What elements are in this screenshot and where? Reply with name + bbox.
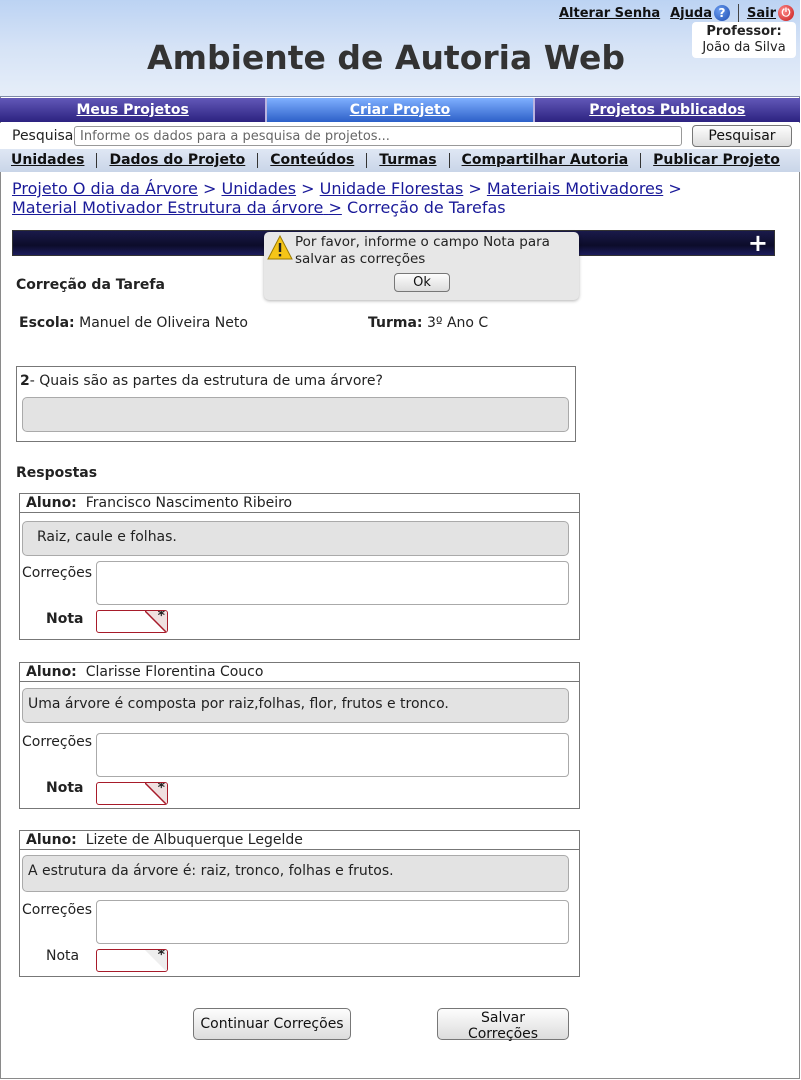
tab-turmas[interactable]: Turmas <box>367 153 450 168</box>
question-box: 2- Quais são as partes da estrutura de u… <box>16 366 576 442</box>
student-answer: Raiz, caule e folhas. <box>22 521 569 556</box>
save-corrections-button[interactable]: Salvar Correções <box>437 1008 569 1042</box>
plus-icon[interactable]: + <box>748 231 768 255</box>
student-header: Aluno: Francisco Nascimento Ribeiro <box>20 494 579 513</box>
student-name: Francisco Nascimento Ribeiro <box>85 495 293 511</box>
breadcrumb-units[interactable]: Unidades <box>221 179 296 198</box>
nav-criar-projeto[interactable]: Criar Projeto <box>267 98 535 122</box>
student-label: Aluno: <box>26 495 77 511</box>
search-bar: Pesquisa Pesquisar <box>0 123 800 149</box>
breadcrumb-materials[interactable]: Materiais Motivadores <box>487 179 663 198</box>
tab-conteudos[interactable]: Conteúdos <box>258 153 368 168</box>
grade-label: Nota <box>46 780 84 796</box>
student-name: Clarisse Florentina Couco <box>85 664 264 680</box>
breadcrumb-material[interactable]: Material Motivador Estrutura da árvore > <box>12 198 342 217</box>
corrections-field[interactable] <box>96 561 569 605</box>
nav-projetos-publicados[interactable]: Projetos Publicados <box>534 98 800 122</box>
app-title: Ambiente de Autoria Web <box>147 38 625 77</box>
change-password-link[interactable]: Alterar Senha <box>559 6 660 21</box>
grade-label: Nota <box>46 611 84 627</box>
alert-dialog: Por favor, informe o campo Nota para sal… <box>264 232 579 300</box>
search-label: Pesquisa <box>12 128 74 144</box>
breadcrumb-separator: > <box>202 179 217 198</box>
student-answer: A estrutura da árvore é: raiz, tronco, f… <box>22 855 569 892</box>
breadcrumb-current: Correção de Tarefas <box>346 198 506 217</box>
required-mark: * <box>157 949 165 963</box>
student-name: Lizete de Albuquerque Legelde <box>85 832 303 848</box>
help-icon[interactable]: ? <box>713 5 730 21</box>
breadcrumb-unit[interactable]: Unidade Florestas <box>320 179 464 198</box>
breadcrumb: Projeto O dia da Árvore > Unidades > Uni… <box>12 179 782 217</box>
continue-corrections-button[interactable]: Continuar Correções <box>193 1008 351 1040</box>
page-title: Correção da Tarefa <box>16 277 165 293</box>
responses-title: Respostas <box>16 465 98 481</box>
required-mark: * <box>157 610 165 624</box>
school-info: Escola: Manuel de Oliveira Neto <box>19 315 248 331</box>
response-card: Aluno: Clarisse Florentina Couco Uma árv… <box>19 662 580 809</box>
alert-message: Por favor, informe o campo Nota para sal… <box>295 234 550 267</box>
class-value: 3º Ano C <box>426 315 489 331</box>
breadcrumb-separator: > <box>301 179 315 198</box>
class-label: Turma: <box>368 315 423 331</box>
divider <box>737 4 739 22</box>
ok-button[interactable]: Ok <box>394 273 450 292</box>
app-header: Alterar Senha Ajuda ? Sair ⏻ Professor: … <box>0 0 800 97</box>
school-value: Manuel de Oliveira Neto <box>79 315 248 331</box>
tab-dados-do-projeto[interactable]: Dados do Projeto <box>97 153 259 168</box>
student-label: Aluno: <box>26 664 77 680</box>
logout-link[interactable]: Sair <box>747 6 776 21</box>
question-number: 2 <box>20 373 30 389</box>
power-icon[interactable]: ⏻ <box>778 5 794 21</box>
help-link[interactable]: Ajuda <box>670 6 712 21</box>
warning-icon <box>267 235 293 260</box>
breadcrumb-project[interactable]: Projeto O dia da Árvore <box>12 179 198 198</box>
grade-field[interactable]: * <box>96 610 168 633</box>
corrections-field[interactable] <box>96 733 569 777</box>
question-answer-area <box>22 397 569 432</box>
project-nav: Unidades Dados do Projeto Conteúdos Turm… <box>0 149 800 172</box>
main-nav: Meus Projetos Criar Projeto Projetos Pub… <box>0 98 800 122</box>
student-label: Aluno: <box>26 832 77 848</box>
student-answer: Uma árvore é composta por raiz,folhas, f… <box>22 688 569 723</box>
question-text: 2- Quais são as partes da estrutura de u… <box>20 373 383 389</box>
search-button[interactable]: Pesquisar <box>692 125 792 147</box>
grade-label: Nota <box>46 948 80 964</box>
response-card: Aluno: Lizete de Albuquerque Legelde A e… <box>19 830 580 977</box>
student-header: Aluno: Clarisse Florentina Couco <box>20 663 579 682</box>
class-info: Turma: 3º Ano C <box>368 315 488 331</box>
search-input[interactable] <box>74 126 682 146</box>
corrections-field[interactable] <box>96 900 569 944</box>
grade-field[interactable]: * <box>96 782 168 805</box>
corrections-label: Correções <box>22 565 93 581</box>
question-statement: - Quais são as partes da estrutura de um… <box>29 373 383 389</box>
tab-compartilhar-autoria[interactable]: Compartilhar Autoria <box>450 153 642 168</box>
breadcrumb-separator: > <box>668 179 682 198</box>
response-card: Aluno: Francisco Nascimento Ribeiro Raiz… <box>19 493 580 640</box>
tab-publicar-projeto[interactable]: Publicar Projeto <box>641 153 792 168</box>
tab-unidades[interactable]: Unidades <box>0 153 98 168</box>
grade-field[interactable]: * <box>96 949 168 972</box>
school-label: Escola: <box>19 315 75 331</box>
corrections-label: Correções <box>22 902 93 918</box>
nav-meus-projetos[interactable]: Meus Projetos <box>0 98 268 122</box>
required-mark: * <box>157 782 165 796</box>
student-header: Aluno: Lizete de Albuquerque Legelde <box>20 831 579 850</box>
breadcrumb-separator: > <box>468 179 482 198</box>
top-links: Alterar Senha Ajuda ? Sair ⏻ <box>559 4 794 22</box>
corrections-label: Correções <box>22 734 93 750</box>
